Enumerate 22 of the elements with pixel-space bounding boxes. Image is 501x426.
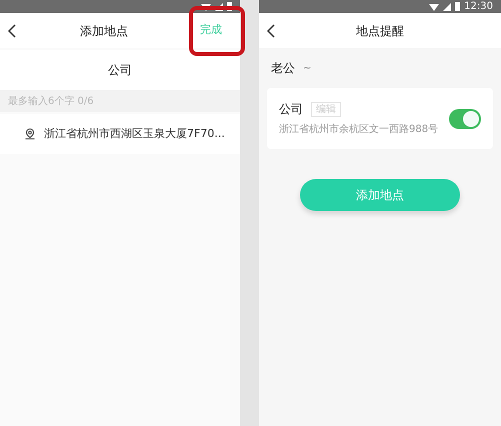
reminder-toggle[interactable] bbox=[449, 108, 481, 128]
battery-icon bbox=[455, 2, 460, 11]
add-place-button[interactable]: 添加地点 bbox=[300, 179, 460, 211]
wifi-icon bbox=[201, 2, 211, 10]
signal-icon bbox=[443, 2, 452, 10]
caret-icon[interactable]: ~ bbox=[303, 60, 312, 76]
name-input-field[interactable]: 公司 bbox=[0, 50, 240, 90]
screen-title: 地点提醒 bbox=[356, 22, 404, 40]
address-text: 浙江省杭州市西湖区玉泉大厦7F70... bbox=[44, 126, 225, 142]
status-time: 12:30 bbox=[464, 2, 493, 12]
place-name: 公司 bbox=[279, 101, 303, 118]
address-row[interactable]: 浙江省杭州市西湖区玉泉大厦7F70... bbox=[0, 114, 240, 154]
battery-icon bbox=[227, 2, 232, 11]
back-icon[interactable] bbox=[267, 24, 275, 38]
place-address: 浙江省杭州市余杭区文一西路988号 bbox=[279, 122, 438, 137]
contact-name[interactable]: 老公 bbox=[271, 59, 295, 77]
wifi-icon bbox=[429, 2, 440, 10]
screen-title: 添加地点 bbox=[80, 22, 128, 40]
input-hint: 最多输入6个字 0/6 bbox=[8, 94, 94, 108]
done-button[interactable]: 完成 bbox=[192, 22, 230, 39]
location-pin-icon bbox=[24, 128, 36, 140]
back-icon[interactable] bbox=[8, 24, 16, 38]
